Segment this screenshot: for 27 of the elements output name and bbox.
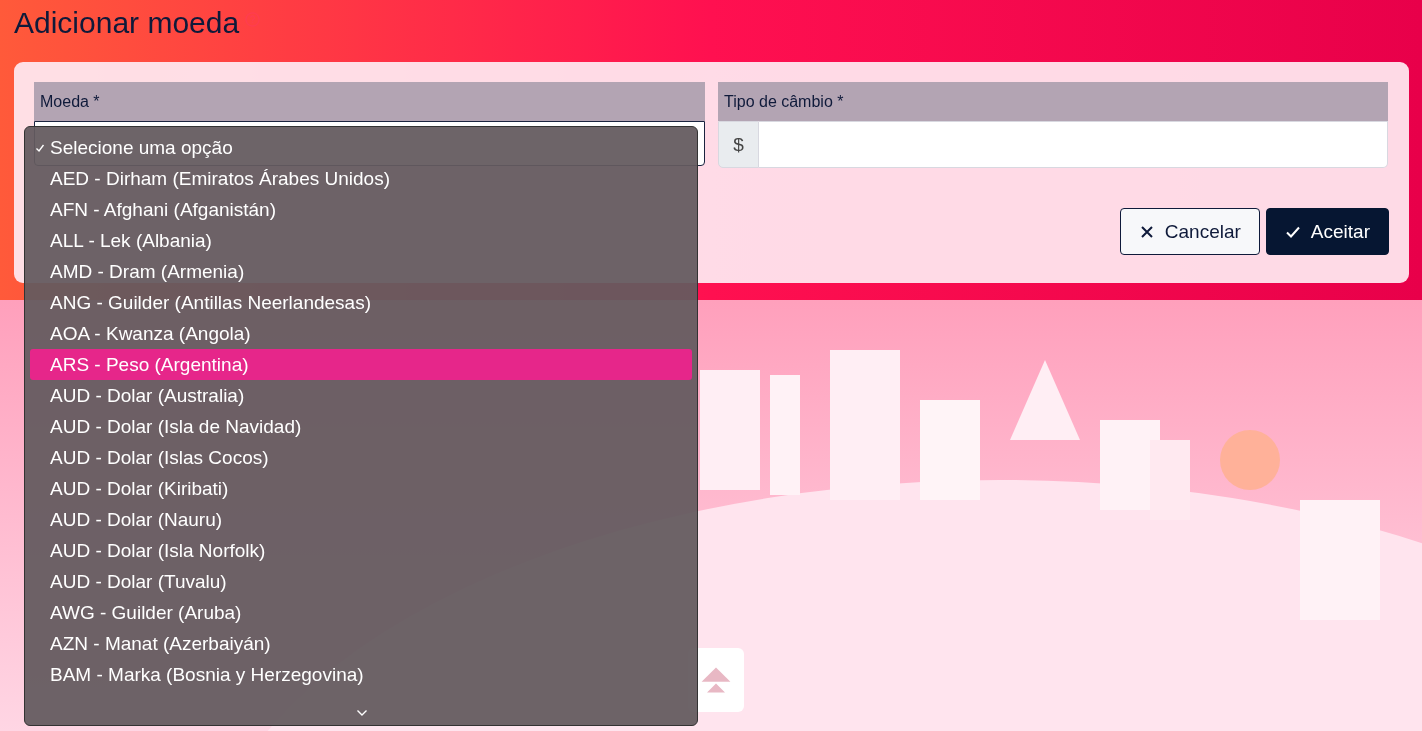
dropdown-option[interactable]: AFN - Afghani (Afganistán) (30, 194, 692, 225)
dropdown-option[interactable]: AUD - Dolar (Tuvalu) (30, 566, 692, 597)
dropdown-option[interactable]: AUD - Dolar (Isla Norfolk) (30, 535, 692, 566)
accept-button[interactable]: Aceitar (1265, 208, 1389, 255)
dropdown-option[interactable]: AUD - Dolar (Kiribati) (30, 473, 692, 504)
dropdown-option[interactable]: ANG - Guilder (Antillas Neerlandesas) (30, 287, 692, 318)
close-icon (1138, 223, 1155, 240)
page-title: Adicionar moeda (14, 5, 240, 41)
dropdown-option[interactable]: ARS - Peso (Argentina) (30, 349, 692, 380)
cancel-button[interactable]: Cancelar (1119, 208, 1260, 255)
dropdown-option[interactable]: Selecione uma opção (30, 132, 692, 163)
exchange-rate-field[interactable] (759, 121, 1388, 168)
currency-prefix: $ (718, 121, 759, 168)
dropdown-option[interactable]: ALL - Lek (Albania) (30, 225, 692, 256)
dropdown-option[interactable]: AMD - Dram (Armenia) (30, 256, 692, 287)
dropdown-option[interactable]: AWG - Guilder (Aruba) (30, 597, 692, 628)
dropdown-option[interactable]: AUD - Dolar (Nauru) (30, 504, 692, 535)
field-label: Tipo de câmbio * (718, 82, 1388, 121)
chevron-down-icon (356, 709, 368, 717)
dropdown-option[interactable]: AZN - Manat (Azerbaiyán) (30, 628, 692, 659)
dropdown-option[interactable]: AUD - Dolar (Isla de Navidad) (30, 411, 692, 442)
dropdown-option[interactable]: AED - Dirham (Emiratos Árabes Unidos) (30, 163, 692, 194)
dropdown-option[interactable]: AUD - Dolar (Islas Cocos) (30, 442, 692, 473)
dropdown-option[interactable]: BAM - Marka (Bosnia y Herzegovina) (30, 659, 692, 690)
dropdown-option[interactable]: AOA - Kwanza (Angola) (30, 318, 692, 349)
field-label: Moeda * (34, 82, 705, 121)
dropdown-option[interactable]: AUD - Dolar (Australia) (30, 380, 692, 411)
